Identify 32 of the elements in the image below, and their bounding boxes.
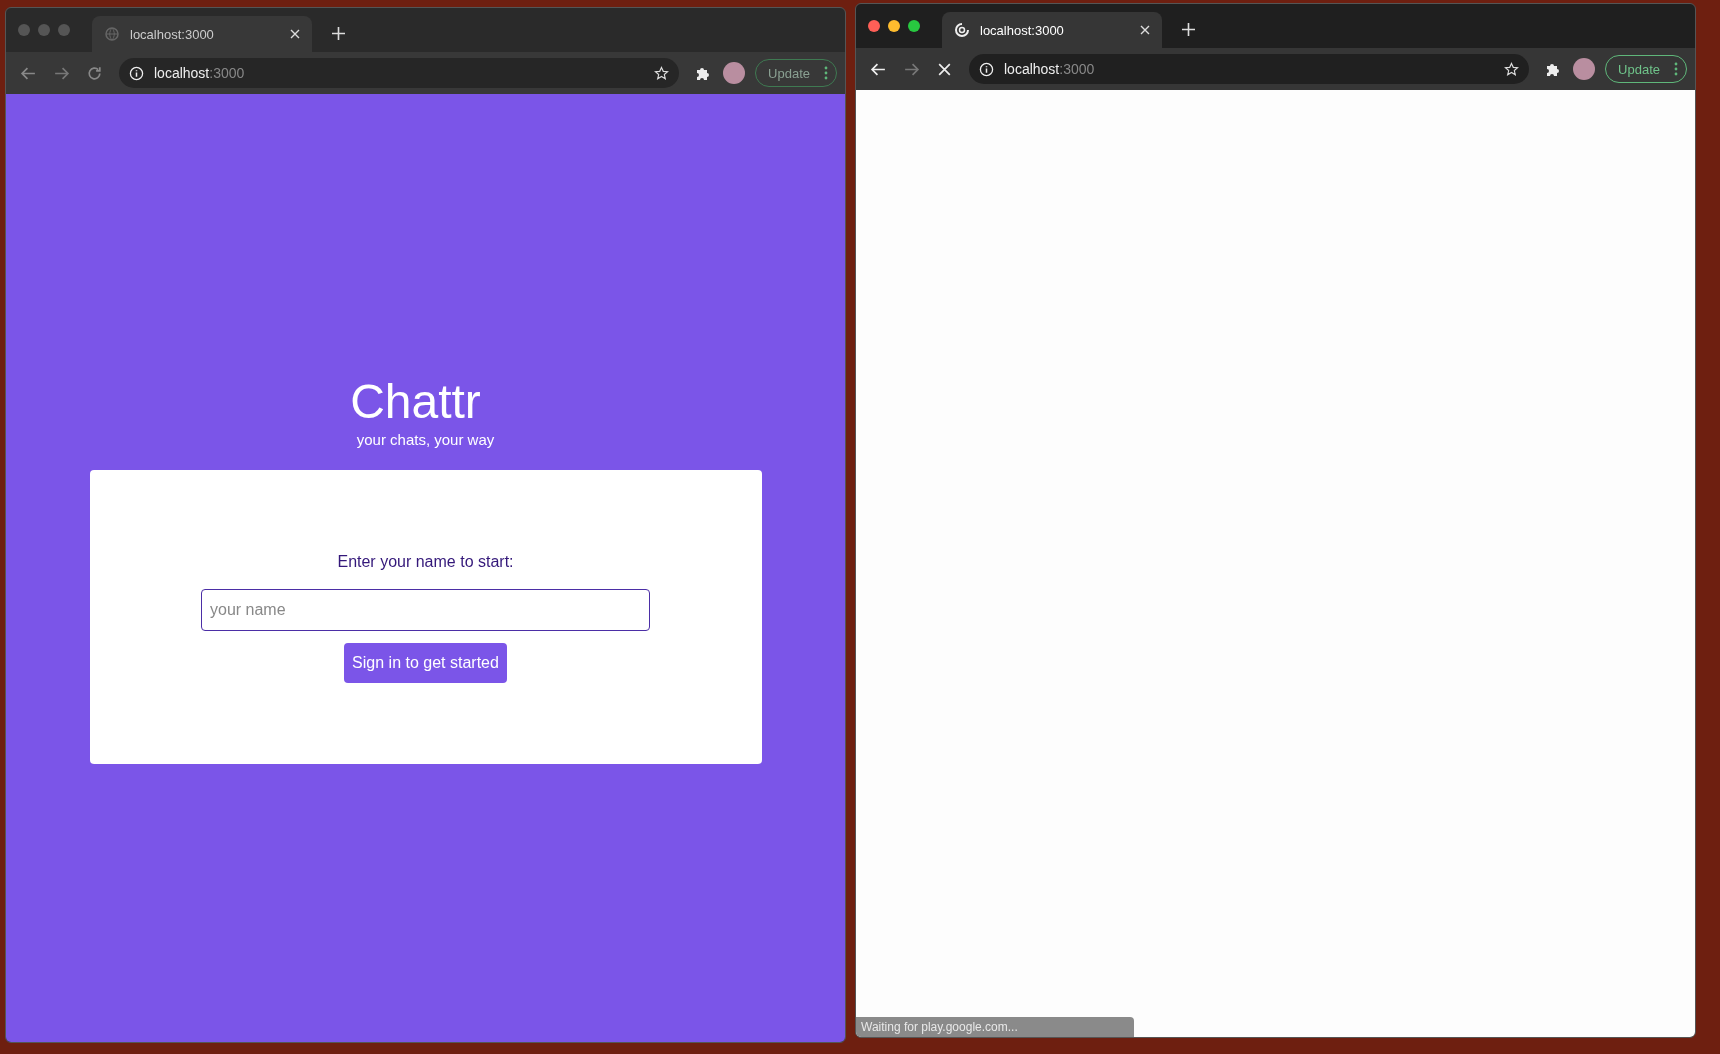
new-tab-icon[interactable] <box>1182 23 1195 36</box>
tab-title: localhost:3000 <box>980 22 1065 38</box>
sign-in-button[interactable]: Sign in to get started <box>344 642 507 683</box>
name-input-field[interactable]: your name <box>201 588 650 631</box>
name-prompt: Enter your name to start: <box>337 552 514 571</box>
star-icon[interactable] <box>1504 61 1520 77</box>
url-text: localhost:3000 <box>1004 61 1096 77</box>
browser-tab[interactable]: localhost:3000 <box>92 16 312 52</box>
window-zoom-button[interactable] <box>908 20 920 32</box>
info-icon[interactable] <box>979 61 994 77</box>
tab-title: localhost:3000 <box>130 26 215 42</box>
address-bar[interactable]: localhost:3000 <box>119 58 680 88</box>
reload-icon[interactable] <box>86 64 103 82</box>
more-icon[interactable] <box>824 66 828 80</box>
window-close-button[interactable] <box>868 20 880 32</box>
puzzle-icon[interactable] <box>1545 61 1562 77</box>
info-icon[interactable] <box>129 65 144 81</box>
browser-tab[interactable]: localhost:3000 <box>942 12 1162 48</box>
window-minimize-button[interactable] <box>888 20 900 32</box>
profile-avatar[interactable] <box>723 62 746 84</box>
close-icon[interactable] <box>290 29 300 39</box>
close-icon[interactable] <box>1140 25 1150 35</box>
star-icon[interactable] <box>654 65 670 81</box>
app-tagline: your chats, your way <box>356 430 495 448</box>
status-bubble: Waiting for play.google.com... <box>856 1017 1134 1037</box>
app-title: Chattr <box>350 376 481 429</box>
url-text: localhost:3000 <box>154 65 246 81</box>
address-bar[interactable]: localhost:3000 <box>969 54 1530 84</box>
puzzle-icon[interactable] <box>695 65 712 81</box>
profile-avatar[interactable] <box>1573 58 1596 80</box>
new-tab-icon[interactable] <box>332 27 345 40</box>
more-icon[interactable] <box>1674 62 1678 76</box>
